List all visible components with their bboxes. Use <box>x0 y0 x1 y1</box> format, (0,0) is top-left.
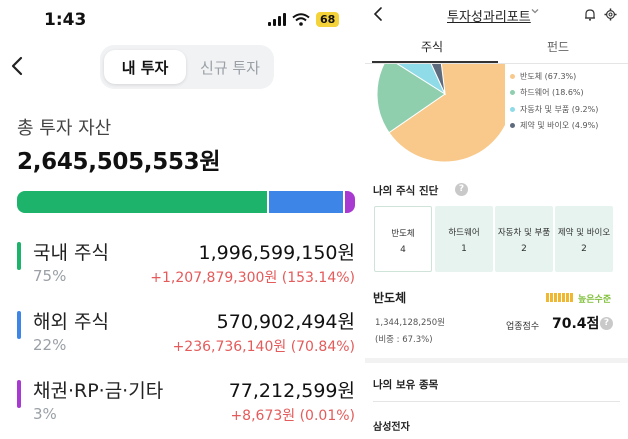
total-assets-value: 2,645,505,553원 <box>17 149 221 175</box>
asset-gain: +1,207,879,300원 (153.14%) <box>150 270 355 286</box>
allocation-segment-overseas <box>269 191 343 213</box>
back-button[interactable] <box>373 6 383 26</box>
legend-item: 자동차 및 부품 (9.2%) <box>510 101 598 118</box>
back-button[interactable] <box>10 55 30 79</box>
asset-percent: 22% <box>33 336 67 354</box>
holdings-heading: 나의 보유 종목 <box>373 379 439 391</box>
tile-name: 자동차 및 부품 <box>497 228 551 238</box>
selected-sector-ratio: (비중 : 67.3%) <box>375 335 433 345</box>
asset-gain: +236,736,140원 (70.84%) <box>172 339 355 355</box>
selected-sector-amount: 1,344,128,250원 <box>375 318 446 328</box>
level-label: 높은수준 <box>578 295 612 305</box>
tab-new-investment[interactable]: 신규 투자 <box>190 50 270 84</box>
portfolio-panel: 1:43 68 내 투자 신규 투자 총 투자 자산 2,645,505,553… <box>0 0 365 439</box>
asset-name: 해외 주식 <box>33 311 109 333</box>
sector-tile-auto[interactable]: 자동차 및 부품 2 <box>495 206 553 272</box>
bell-icon[interactable] <box>584 8 596 21</box>
chevron-left-icon <box>373 7 382 21</box>
score-value: 70.4점 <box>552 316 600 332</box>
tab-my-investment[interactable]: 내 투자 <box>104 50 186 84</box>
asset-row-domestic[interactable]: 국내 주식 75% 1,996,599,150원 +1,207,879,300원… <box>17 238 355 293</box>
investment-toggle: 내 투자 신규 투자 <box>100 45 274 89</box>
battery-indicator: 68 <box>316 12 340 27</box>
legend-item: 하드웨어 (18.6%) <box>510 85 598 102</box>
sector-pie-chart <box>376 64 505 163</box>
asset-gain: +8,673원 (0.01%) <box>230 408 355 424</box>
asset-row-other[interactable]: 채권·RP·금·기타 3% 77,212,599원 +8,673원 (0.01%… <box>17 376 355 431</box>
legend-label: 제약 및 바이오 (4.9%) <box>520 121 599 131</box>
sector-tiles: 반도체 4 하드웨어 1 자동차 및 부품 2 제약 및 바이오 2 <box>374 206 614 272</box>
asset-name: 채권·RP·금·기타 <box>33 380 164 402</box>
cellular-signal-icon <box>268 13 286 26</box>
chevron-down-icon[interactable] <box>530 6 540 19</box>
asset-amount: 1,996,599,150원 <box>198 242 355 264</box>
legend-dot <box>510 123 515 129</box>
tab-stocks[interactable]: 주식 <box>372 38 492 55</box>
tile-name: 하드웨어 <box>448 228 480 238</box>
holding-item[interactable]: 삼성전자 <box>373 418 410 433</box>
wifi-icon <box>292 13 310 26</box>
tab-funds[interactable]: 펀드 <box>498 38 618 55</box>
tile-count: 1 <box>461 244 467 254</box>
asset-color-marker <box>17 380 21 408</box>
tile-count: 2 <box>521 244 527 254</box>
legend-dot <box>510 106 515 112</box>
help-icon[interactable]: ? <box>455 183 468 196</box>
asset-color-marker <box>17 311 21 339</box>
sector-tile-pharma[interactable]: 제약 및 바이오 2 <box>555 206 613 272</box>
status-time: 1:43 <box>44 10 87 30</box>
performance-report-panel: 투자성과리포트 주식 펀드 반도체 (67.3%) 하드웨어 (18.6%) 자… <box>365 0 628 439</box>
diagnosis-heading: 나의 주식 진단 <box>373 185 439 197</box>
asset-amount: 570,902,494원 <box>216 311 355 333</box>
legend-dot <box>510 73 515 79</box>
asset-name: 국내 주식 <box>33 242 109 264</box>
allocation-bar <box>17 191 355 213</box>
help-icon[interactable]: ? <box>600 317 613 330</box>
allocation-segment-other <box>344 191 355 213</box>
asset-percent: 75% <box>33 267 67 285</box>
sector-tile-semiconductor[interactable]: 반도체 4 <box>374 206 432 272</box>
level-meter-icon <box>546 293 573 302</box>
status-icons: 68 <box>268 12 340 27</box>
holdings-divider <box>373 401 620 402</box>
sector-tile-hardware[interactable]: 하드웨어 1 <box>435 206 493 272</box>
gear-icon[interactable] <box>604 8 617 21</box>
chevron-left-icon <box>11 56 23 76</box>
sector-legend: 반도체 (67.3%) 하드웨어 (18.6%) 자동차 및 부품 (9.2%)… <box>510 68 598 134</box>
legend-item: 반도체 (67.3%) <box>510 68 598 85</box>
selected-sector-name: 반도체 <box>373 291 407 305</box>
page-title[interactable]: 투자성과리포트 <box>447 6 531 25</box>
total-assets-label: 총 투자 자산 <box>17 118 112 139</box>
legend-label: 반도체 (67.3%) <box>520 71 577 81</box>
allocation-segment-domestic <box>17 191 268 213</box>
asset-color-marker <box>17 242 21 270</box>
legend-item: 제약 및 바이오 (4.9%) <box>510 118 598 135</box>
legend-dot <box>510 90 515 96</box>
asset-percent: 3% <box>33 405 57 423</box>
tile-count: 2 <box>581 244 587 254</box>
legend-label: 자동차 및 부품 (9.2%) <box>520 104 599 114</box>
score-label: 업종점수 <box>506 322 540 332</box>
tile-name: 반도체 <box>391 229 415 239</box>
legend-label: 하드웨어 (18.6%) <box>520 88 584 98</box>
section-divider <box>365 358 628 363</box>
asset-amount: 77,212,599원 <box>228 380 355 402</box>
asset-row-overseas[interactable]: 해외 주식 22% 570,902,494원 +236,736,140원 (70… <box>17 307 355 362</box>
tile-count: 4 <box>400 245 406 255</box>
tile-name: 제약 및 바이오 <box>557 228 611 238</box>
